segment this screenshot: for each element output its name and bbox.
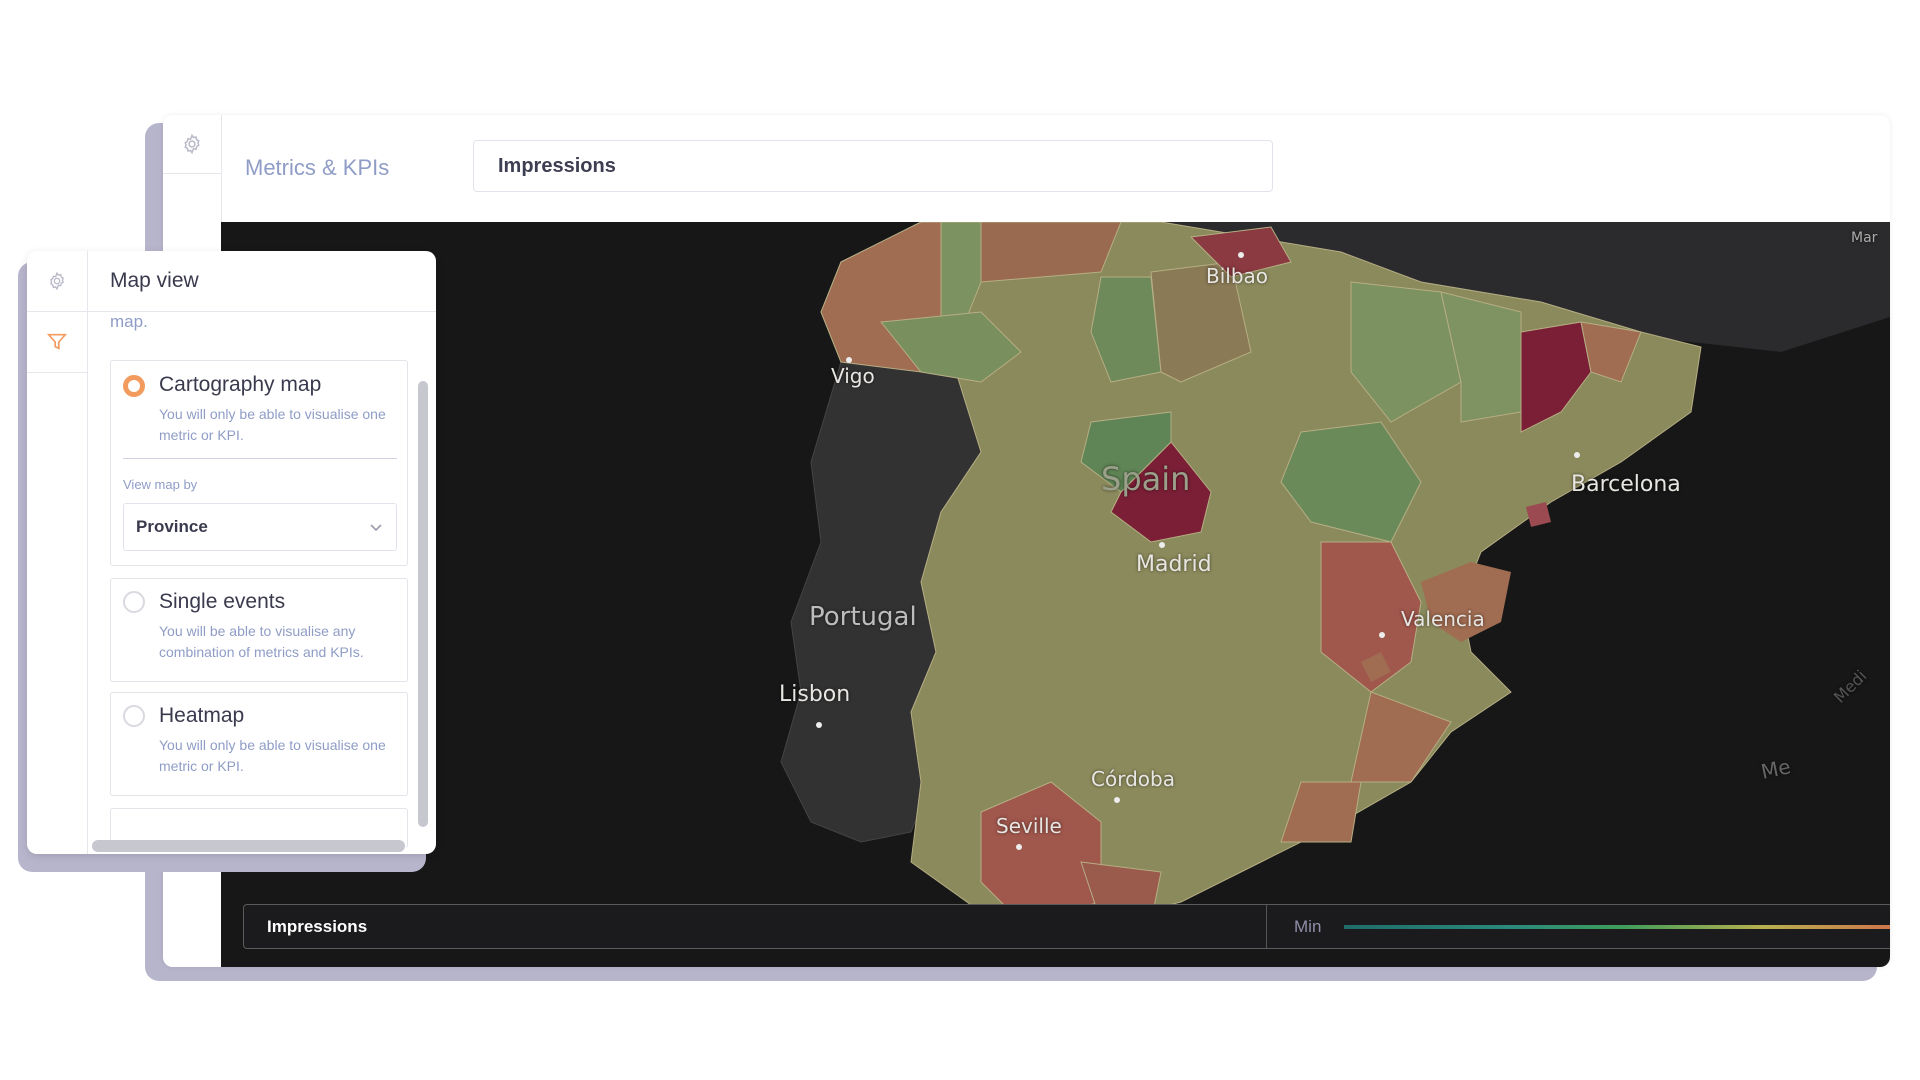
label-seville: Seville — [996, 814, 1062, 838]
label-cordoba: Córdoba — [1091, 767, 1175, 791]
dot-valencia — [1379, 632, 1385, 638]
label-vigo: Vigo — [831, 364, 875, 388]
dot-cordoba — [1114, 797, 1120, 803]
legend-min-label: Min — [1294, 917, 1322, 936]
legend-bar: Impressions Min — [243, 904, 1890, 949]
dot-lisbon — [816, 722, 822, 728]
label-valencia: Valencia — [1401, 607, 1485, 631]
gear-icon — [184, 133, 200, 155]
option-description: You will only be able to visualise one m… — [159, 406, 386, 443]
label-spain: Spain — [1101, 460, 1191, 498]
panel-intro-text: map. — [110, 312, 148, 331]
label-bilbao: Bilbao — [1206, 264, 1269, 288]
panel-title: Map view — [110, 269, 199, 292]
metric-selector-value: Impressions — [498, 154, 616, 177]
dot-bilbao — [1238, 252, 1244, 258]
option-description: You will be able to visualise any combin… — [159, 623, 364, 660]
option-cartography-map[interactable]: Cartography map You will only be able to… — [110, 360, 408, 566]
panel-rail — [27, 251, 88, 374]
label-barcelona: Barcelona — [1571, 472, 1681, 497]
option-heatmap[interactable]: Heatmap You will only be able to visuali… — [110, 692, 408, 796]
settings-button[interactable] — [163, 115, 221, 174]
option-description: You will only be able to visualise one m… — [159, 737, 386, 774]
dot-seville — [1016, 844, 1022, 850]
radio-cartography-map[interactable] — [123, 375, 145, 397]
legend-gradient — [1344, 925, 1890, 929]
dot-barcelona — [1574, 452, 1580, 458]
label-mar: Mar — [1851, 230, 1878, 246]
gear-icon — [49, 271, 65, 291]
view-map-by-select[interactable]: Province — [123, 503, 397, 551]
filter-icon — [46, 333, 68, 350]
dot-madrid — [1159, 542, 1165, 548]
radio-heatmap[interactable] — [123, 705, 145, 727]
map-view[interactable]: Spain Portugal Bilbao Vigo Barcelona Mad… — [221, 222, 1890, 967]
panel-vertical-scrollbar[interactable] — [418, 381, 428, 827]
page-title: Metrics & KPIs — [245, 155, 390, 180]
option-title: Cartography map — [159, 373, 322, 396]
panel-horizontal-scrollbar[interactable] — [92, 840, 405, 852]
option-title: Heatmap — [159, 704, 245, 727]
radio-single-events[interactable] — [123, 591, 145, 613]
map-view-panel: Map view map. Cartography map You will o… — [27, 251, 436, 854]
option-title: Single events — [159, 590, 286, 613]
panel-settings-button[interactable] — [27, 251, 87, 312]
label-madrid: Madrid — [1136, 552, 1212, 577]
dot-vigo — [846, 357, 852, 363]
option-single-events[interactable]: Single events You will be able to visual… — [110, 578, 408, 682]
metric-selector[interactable]: Impressions — [473, 140, 1273, 192]
map-canvas[interactable] — [221, 222, 1890, 967]
view-map-by-value: Province — [136, 517, 208, 536]
chevron-down-icon — [370, 524, 382, 532]
panel-filter-button[interactable] — [27, 312, 87, 373]
panel-body: map. Cartography map You will only be ab… — [87, 312, 436, 854]
legend-divider — [1266, 905, 1267, 948]
view-map-by-label: View map by — [123, 477, 198, 492]
label-lisbon: Lisbon — [779, 682, 851, 707]
option-separator — [123, 458, 397, 459]
legend-metric: Impressions — [267, 917, 368, 936]
label-portugal: Portugal — [809, 602, 917, 632]
